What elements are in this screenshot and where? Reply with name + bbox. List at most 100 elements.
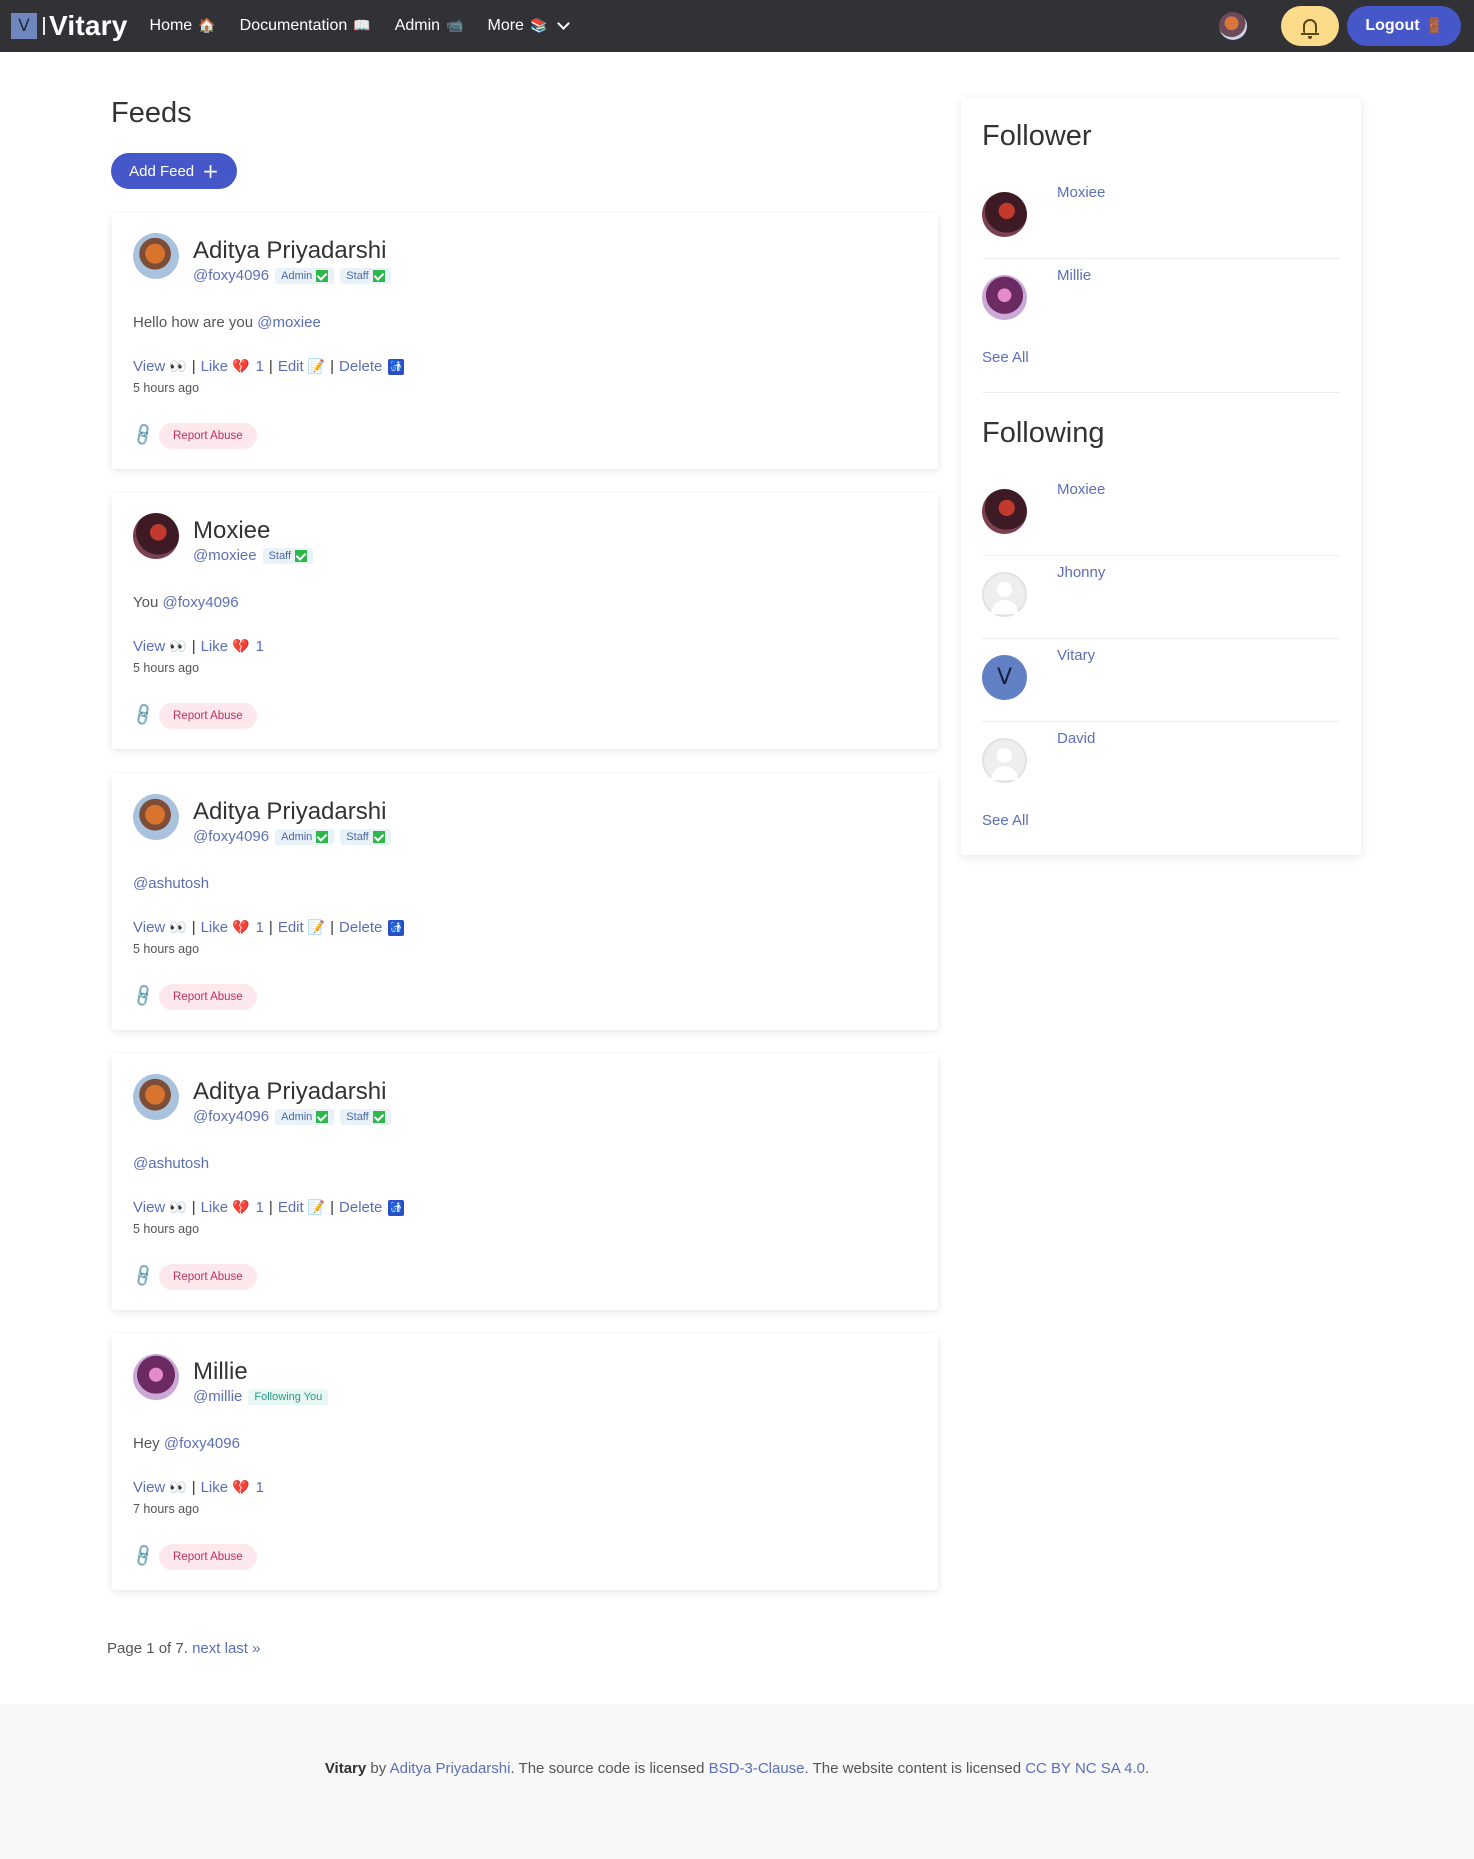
report-abuse-button[interactable]: Report Abuse	[159, 1544, 257, 1570]
next-page-link[interactable]: next	[192, 1640, 220, 1657]
edit-link[interactable]: Edit	[278, 1199, 304, 1216]
author-name[interactable]: Aditya Priyadarshi	[193, 798, 386, 826]
like-count: 1	[255, 919, 264, 936]
author-name[interactable]: Aditya Priyadarshi	[193, 1078, 386, 1106]
badge-label: Admin	[281, 269, 313, 282]
follower-item[interactable]: Moxiee	[982, 176, 1340, 259]
author-handle[interactable]: @foxy4096	[193, 828, 269, 845]
avatar[interactable]	[133, 233, 179, 279]
view-link[interactable]: View	[133, 1199, 165, 1216]
default-avatar-icon[interactable]	[982, 572, 1027, 617]
feed-card: Millie @millie Following You Hey @foxy40…	[112, 1334, 938, 1590]
like-link[interactable]: Like	[201, 358, 229, 375]
logout-button[interactable]: Logout 🚪	[1347, 6, 1461, 46]
nav-more-dropdown[interactable]: More 📚	[488, 17, 571, 35]
link-icon[interactable]: 🔗	[129, 982, 156, 1009]
avatar[interactable]	[982, 275, 1027, 320]
delete-link[interactable]: Delete	[339, 919, 382, 936]
notifications-button[interactable]	[1281, 6, 1340, 46]
nav-documentation-label: Documentation	[239, 17, 348, 34]
nav-documentation[interactable]: Documentation 📖	[240, 17, 371, 35]
avatar[interactable]	[133, 1074, 179, 1120]
mention-link[interactable]: @foxy4096	[164, 1435, 240, 1452]
delete-link[interactable]: Delete	[339, 358, 382, 375]
timestamp: 5 hours ago	[133, 661, 200, 675]
memo-icon: 📝	[307, 1199, 326, 1216]
following-name[interactable]: Moxiee	[1057, 481, 1105, 498]
edit-link[interactable]: Edit	[278, 358, 304, 375]
link-icon[interactable]: 🔗	[129, 1542, 156, 1569]
eyes-icon: 👀	[169, 638, 187, 655]
author-handle[interactable]: @foxy4096	[193, 1108, 269, 1125]
author-handle[interactable]: @foxy4096	[193, 267, 269, 284]
avatar[interactable]	[133, 794, 179, 840]
like-link[interactable]: Like	[201, 1199, 229, 1216]
view-link[interactable]: View	[133, 1479, 165, 1496]
nav-admin[interactable]: Admin 📹	[395, 17, 464, 35]
view-link[interactable]: View	[133, 919, 165, 936]
timestamp: 5 hours ago	[133, 1222, 200, 1236]
mention-link[interactable]: @moxiee	[257, 314, 321, 331]
following-item[interactable]: Moxiee	[982, 473, 1340, 556]
link-icon[interactable]: 🔗	[129, 421, 156, 448]
bell-icon	[1301, 19, 1320, 39]
report-abuse-button[interactable]: Report Abuse	[159, 1264, 257, 1290]
avatar[interactable]	[133, 1354, 179, 1400]
avatar[interactable]	[133, 513, 179, 559]
brand-divider	[43, 17, 45, 35]
link-icon[interactable]: 🔗	[129, 701, 156, 728]
following-item[interactable]: Jhonny	[982, 556, 1340, 639]
brand-logo-icon: V	[11, 13, 37, 39]
badge-label: Staff	[346, 830, 369, 843]
brand-logo[interactable]: V Vitary	[11, 10, 128, 42]
mention-link[interactable]: @ashutosh	[133, 1155, 209, 1172]
following-item[interactable]: David	[982, 722, 1340, 805]
follower-name[interactable]: Millie	[1057, 267, 1091, 284]
default-avatar-icon[interactable]	[982, 738, 1027, 783]
like-link[interactable]: Like	[201, 1479, 229, 1496]
view-link[interactable]: View	[133, 358, 165, 375]
last-page-link[interactable]: last »	[225, 1640, 261, 1657]
like-link[interactable]: Like	[201, 638, 229, 655]
following-name[interactable]: Jhonny	[1057, 564, 1105, 581]
author-name[interactable]: Aditya Priyadarshi	[193, 237, 386, 265]
delete-link[interactable]: Delete	[339, 1199, 382, 1216]
code-license-link[interactable]: BSD-3-Clause	[709, 1760, 805, 1777]
author-handle[interactable]: @millie	[193, 1388, 242, 1405]
add-feed-button[interactable]: Add Feed +	[111, 153, 237, 189]
report-abuse-button[interactable]: Report Abuse	[159, 984, 257, 1010]
author-name[interactable]: Moxiee	[193, 517, 270, 545]
follower-item[interactable]: Millie	[982, 259, 1340, 342]
avatar[interactable]	[982, 489, 1027, 534]
footer: Vitary by Aditya Priyadarshi. The source…	[0, 1704, 1474, 1859]
avatar[interactable]: V	[982, 655, 1027, 700]
user-avatar[interactable]	[1219, 12, 1248, 40]
mention-link[interactable]: @foxy4096	[162, 594, 238, 611]
pagination: Page 1 of 7. next last »	[107, 1640, 260, 1657]
link-icon[interactable]: 🔗	[129, 1262, 156, 1289]
feed-actions: View 👀 | Like 💔 1 | Edit 📝 | Delete 🚮	[133, 1199, 405, 1216]
avatar[interactable]	[982, 192, 1027, 237]
footer-author-link[interactable]: Aditya Priyadarshi	[390, 1760, 511, 1777]
view-link[interactable]: View	[133, 638, 165, 655]
see-all-following-link[interactable]: See All	[982, 812, 1029, 829]
following-item[interactable]: V Vitary	[982, 639, 1340, 722]
memo-icon: 📝	[307, 919, 326, 936]
author-handle[interactable]: @moxiee	[193, 547, 257, 564]
like-link[interactable]: Like	[201, 919, 229, 936]
broken-heart-icon: 💔	[232, 1199, 250, 1216]
follower-name[interactable]: Moxiee	[1057, 184, 1105, 201]
see-all-followers-link[interactable]: See All	[982, 349, 1029, 366]
check-icon	[372, 1110, 385, 1123]
following-name[interactable]: Vitary	[1057, 647, 1095, 664]
footer-brand: Vitary	[324, 1760, 367, 1777]
content-license-link[interactable]: CC BY NC SA 4.0	[1025, 1760, 1145, 1777]
edit-link[interactable]: Edit	[278, 919, 304, 936]
staff-badge: Staff	[340, 828, 391, 845]
report-abuse-button[interactable]: Report Abuse	[159, 703, 257, 729]
mention-link[interactable]: @ashutosh	[133, 875, 209, 892]
report-abuse-button[interactable]: Report Abuse	[159, 423, 257, 449]
author-name[interactable]: Millie	[193, 1358, 248, 1386]
following-name[interactable]: David	[1057, 730, 1095, 747]
nav-home[interactable]: Home 🏠	[150, 17, 216, 35]
